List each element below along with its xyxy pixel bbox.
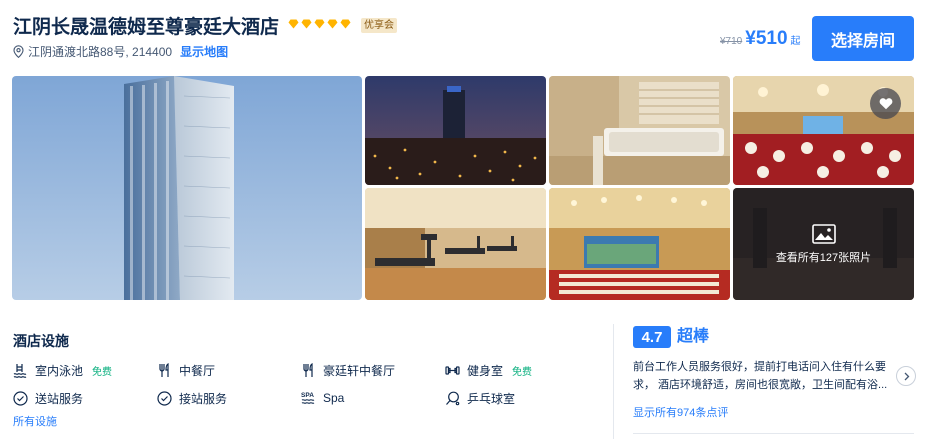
chevron-right-icon [904,372,909,380]
next-review-button[interactable] [896,366,916,386]
star-diamond-icon [340,19,351,29]
facility-item: 乒乓球室 [445,390,515,407]
location-pin-icon [13,45,24,58]
address-line: 江阴通渡北路88号, 214400 显示地图 [13,43,228,60]
image-icon [811,223,836,244]
photo-conference-hall[interactable] [549,188,730,300]
original-price: ¥710 [720,36,743,47]
star-diamond-icon [288,19,299,29]
facility-item: 豪廷轩中餐厅 [301,362,395,379]
free-tag: 免费 [92,367,113,378]
address-text: 江阴通渡北路88号, 214400 [28,45,173,59]
facility-item: SPA Spa [301,390,344,405]
facility-label: 乒乓球室 [467,392,516,406]
pool-icon [13,364,27,378]
check-circle-icon [13,391,28,406]
facility-item: 室内泳池 免费 [13,362,112,379]
star-rating [288,19,351,29]
price-block: ¥710 ¥510 起 [720,28,801,50]
select-room-button[interactable]: 选择房间 [812,16,914,61]
section-divider [613,324,614,439]
facility-item: 健身室 免费 [445,362,532,379]
review-score-label: 超棒 [677,328,710,345]
current-price: ¥510 [745,28,788,49]
check-circle-icon [157,391,172,406]
restaurant-icon [159,363,169,377]
star-diamond-icon [301,19,312,29]
dumbbell-icon [445,366,460,375]
show-map-link[interactable]: 显示地图 [180,43,228,60]
facility-item: 中餐厅 [157,362,215,379]
facility-label: 送站服务 [35,392,84,406]
svg-text:SPA: SPA [301,392,314,399]
ping-pong-icon [446,391,460,406]
photo-night-city[interactable] [365,76,546,185]
favorite-button[interactable] [870,88,901,119]
facility-label: 豪廷轩中餐厅 [323,364,396,378]
photo-gym[interactable] [365,188,546,300]
main-photo-building[interactable] [12,76,362,300]
all-facilities-link[interactable]: 所有设施 [13,413,57,429]
facility-label: 接站服务 [179,392,228,406]
review-snippet: 前台工作人员服务很好，提前打电话问入住有什么要求， 酒店环境舒适，房间也很宽敞，… [633,361,888,391]
star-diamond-icon [327,19,338,29]
facility-label: 室内泳池 [35,364,84,378]
free-tag: 免费 [512,367,533,378]
facility-label: 健身室 [467,364,504,378]
facility-item: 接站服务 [157,390,227,407]
price-suffix: 起 [790,36,801,47]
facilities-title: 酒店设施 [13,333,69,349]
photo-bathroom[interactable] [549,76,730,185]
spa-icon: SPA [301,392,315,404]
star-diamond-icon [314,19,325,29]
all-reviews-link[interactable]: 显示所有974条点评 [633,404,728,420]
view-all-photos-label: 查看所有127张照片 [775,251,872,264]
member-badge: 优享会 [361,18,397,33]
hotel-name: 江阴长晟温德姆至尊豪廷大酒店 [13,17,280,38]
facility-item: 送站服务 [13,390,83,407]
facility-label: 中餐厅 [179,364,216,378]
review-score: 4.7 [633,326,671,348]
view-all-photos-button[interactable]: 查看所有127张照片 [733,188,914,300]
restaurant-icon [303,363,313,377]
facility-label: Spa [323,390,345,405]
heart-icon [879,98,892,110]
review-divider [633,433,914,434]
